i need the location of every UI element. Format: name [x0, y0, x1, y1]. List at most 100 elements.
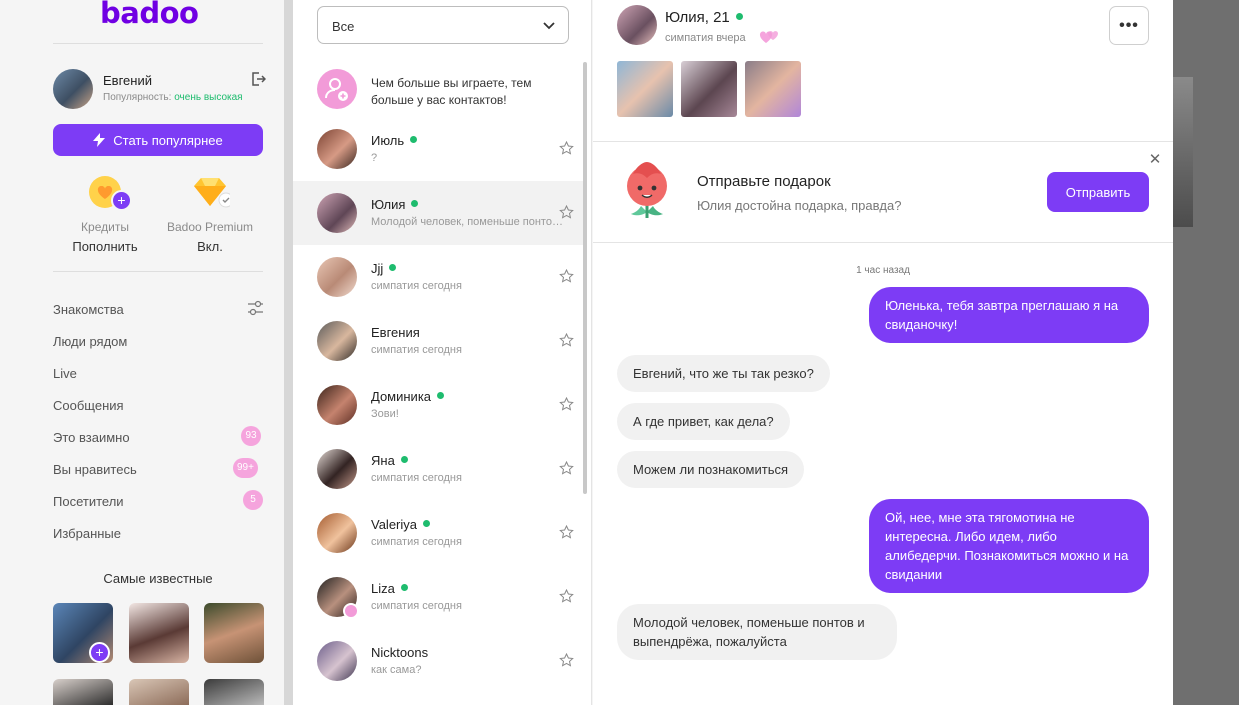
- contact-name-text: Юлия: [371, 197, 406, 212]
- nav-encounters[interactable]: Знакомства: [53, 302, 124, 317]
- star-icon[interactable]: [559, 333, 574, 348]
- add-contact-icon[interactable]: [317, 69, 357, 109]
- get-popular-button[interactable]: Стать популярнее: [53, 124, 263, 156]
- message-timestamp: 1 час назад: [856, 265, 910, 276]
- star-icon[interactable]: [559, 269, 574, 284]
- credits-topup-link[interactable]: Пополнить: [60, 239, 150, 254]
- star-icon[interactable]: [559, 525, 574, 540]
- premium-diamond-icon[interactable]: [190, 176, 230, 210]
- logout-icon[interactable]: [250, 71, 266, 87]
- contact-name-text: Valeriya: [371, 517, 418, 532]
- nav-liked-you[interactable]: Вы нравитесь: [53, 462, 137, 477]
- avatar: [317, 385, 357, 425]
- play-more-hint[interactable]: Чем больше вы играете, тем больше у вас …: [371, 75, 561, 109]
- famous-user-photo[interactable]: [53, 679, 113, 705]
- last-message: симпатия сегодня: [371, 280, 462, 292]
- background-photo: [1173, 77, 1193, 227]
- nav-messages[interactable]: Сообщения: [53, 398, 124, 413]
- incoming-message[interactable]: Можем ли познакомиться: [617, 451, 805, 488]
- nav-visitors[interactable]: Посетители: [53, 494, 124, 509]
- incoming-message[interactable]: Евгений, что же ты так резко?: [617, 355, 830, 392]
- add-credits-icon[interactable]: +: [111, 190, 132, 211]
- gift-title: Отправьте подарок: [697, 173, 831, 190]
- match-status: симпатия вчера: [665, 32, 746, 44]
- star-icon[interactable]: [559, 141, 574, 156]
- conversation-list-scrollbar[interactable]: [583, 62, 587, 494]
- nav-people-nearby[interactable]: Люди рядом: [53, 334, 127, 349]
- sidebar-scrollbar[interactable]: [284, 0, 293, 705]
- famous-user-photo[interactable]: [129, 603, 189, 663]
- add-self-to-famous-icon[interactable]: +: [89, 642, 110, 663]
- profile-photo[interactable]: [617, 61, 673, 117]
- online-indicator: [437, 392, 445, 399]
- most-popular-title: Самые известные: [103, 571, 213, 586]
- outgoing-message[interactable]: Ой, нее, мне эта тягомотина не интересна…: [869, 499, 1149, 593]
- star-icon[interactable]: [559, 589, 574, 604]
- online-indicator: [423, 520, 431, 527]
- conversation-item[interactable]: Liza симпатия сегодня: [293, 565, 583, 629]
- conversation-item[interactable]: Valeriya симпатия сегодня: [293, 501, 583, 565]
- online-indicator: [411, 200, 419, 207]
- contact-avatar[interactable]: [617, 5, 657, 45]
- get-popular-label: Стать популярнее: [113, 132, 223, 148]
- premium-status-link[interactable]: Вкл.: [160, 239, 260, 254]
- conversation-item[interactable]: Jjj симпатия сегодня: [293, 245, 583, 309]
- avatar: [317, 449, 357, 489]
- my-name[interactable]: Евгений: [103, 73, 152, 88]
- contact-name-age[interactable]: Юлия, 21: [665, 9, 743, 26]
- profile-photo[interactable]: [745, 61, 801, 117]
- lightning-icon: [93, 133, 106, 147]
- nav-favourites[interactable]: Избранные: [53, 526, 121, 541]
- conversation-item[interactable]: Юлия Молодой человек, поменьше понтов и …: [293, 181, 583, 245]
- contact-name: Доминика: [371, 389, 445, 404]
- conversation-item[interactable]: Доминика Зови!: [293, 373, 583, 437]
- star-icon[interactable]: [559, 205, 574, 220]
- contact-name: Юлия: [371, 197, 419, 212]
- double-heart-icon: [759, 31, 778, 43]
- conversation-item[interactable]: Яна симпатия сегодня: [293, 437, 583, 501]
- avatar: [317, 193, 357, 233]
- outgoing-message[interactable]: Юленька, тебя завтра преглашаю я на свид…: [869, 287, 1149, 343]
- contact-name: Liza: [371, 581, 408, 596]
- filter-settings-icon[interactable]: [247, 300, 264, 317]
- last-message: ?: [371, 152, 378, 164]
- my-avatar[interactable]: [53, 69, 93, 109]
- conversation-filter-select[interactable]: Все: [317, 6, 569, 44]
- avatar: [317, 257, 357, 297]
- mutual-like-icon: [343, 603, 359, 619]
- famous-user-photo[interactable]: [204, 679, 264, 705]
- incoming-message[interactable]: А где привет, как дела?: [617, 403, 790, 440]
- star-icon[interactable]: [559, 461, 574, 476]
- star-icon[interactable]: [559, 653, 574, 668]
- close-icon[interactable]: ✕: [1148, 152, 1162, 167]
- online-indicator: [400, 584, 408, 591]
- badoo-logo[interactable]: badoo: [100, 0, 199, 30]
- sidebar: badoo Евгений Популярность: очень высока…: [0, 0, 283, 705]
- ellipsis-icon: •••: [1119, 16, 1139, 34]
- contact-name-age-text: Юлия, 21: [665, 9, 730, 26]
- gift-subtitle: Юлия достойна подарка, правда?: [697, 198, 902, 213]
- famous-user-photo[interactable]: [129, 679, 189, 705]
- star-icon[interactable]: [559, 397, 574, 412]
- more-options-button[interactable]: •••: [1109, 6, 1149, 45]
- filter-selected-value: Все: [332, 19, 355, 34]
- famous-user-photo[interactable]: [204, 603, 264, 663]
- credits-label: Кредиты: [81, 220, 129, 234]
- contact-name-text: Liza: [371, 581, 395, 596]
- send-gift-button[interactable]: Отправить: [1047, 172, 1149, 212]
- rose-gift-icon: [627, 162, 667, 218]
- last-message: симпатия сегодня: [371, 344, 462, 356]
- divider: [53, 43, 263, 44]
- nav-mutual[interactable]: Это взаимно: [53, 430, 130, 445]
- incoming-message[interactable]: Молодой человек, поменьше понтов и выпен…: [617, 604, 897, 660]
- nav-live[interactable]: Live: [53, 366, 77, 381]
- popularity-value: очень высокая: [174, 92, 243, 103]
- contact-name-text: Доминика: [371, 389, 432, 404]
- conversation-list: Все Чем больше вы играете, тем больше у …: [293, 0, 592, 705]
- conversation-item[interactable]: Nicktoons как сама?: [293, 629, 583, 693]
- conversation-item[interactable]: Июль ?: [293, 117, 583, 181]
- contact-name: Яна: [371, 453, 408, 468]
- conversation-item[interactable]: Евгения симпатия сегодня: [293, 309, 583, 373]
- contact-name: Евгения: [371, 325, 420, 340]
- profile-photo[interactable]: [681, 61, 737, 117]
